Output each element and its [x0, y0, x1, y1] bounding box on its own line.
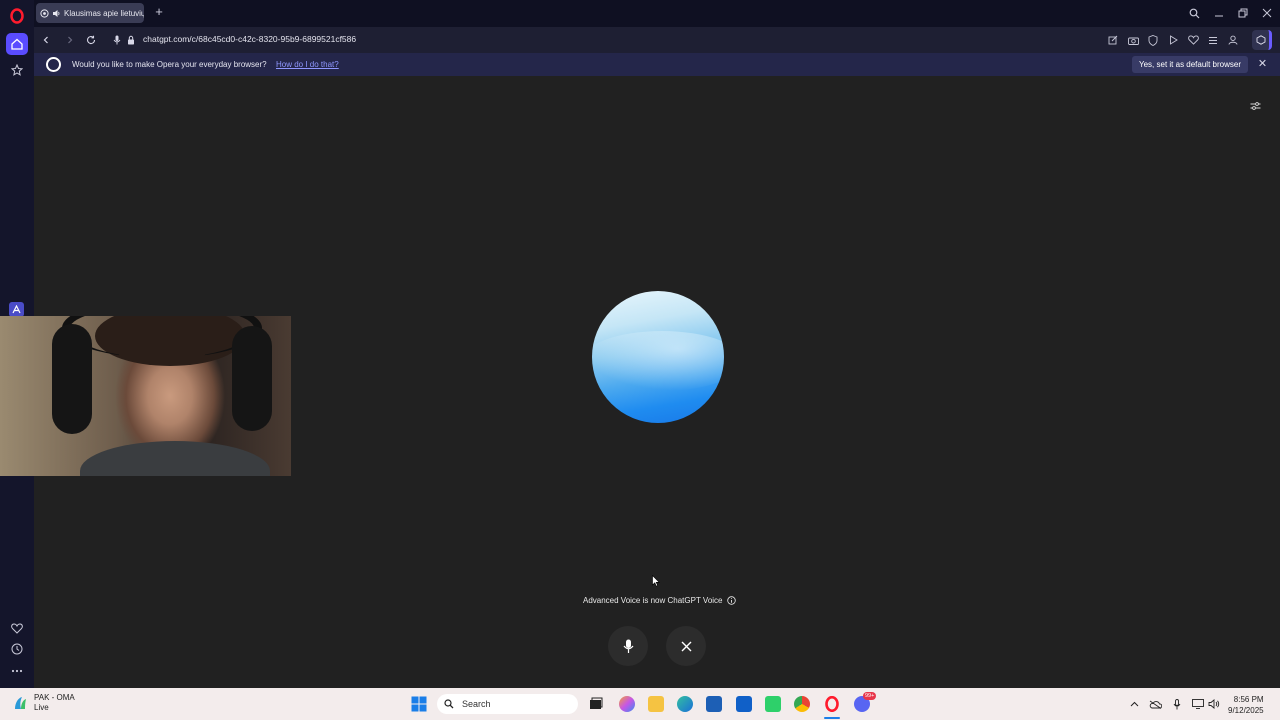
close-icon	[681, 641, 692, 652]
store-icon[interactable]	[706, 696, 722, 712]
system-clock[interactable]: 8:56 PM 9/12/2025	[1228, 694, 1264, 716]
network-icon[interactable]	[1191, 697, 1205, 711]
chevron-up-icon[interactable]	[1127, 697, 1141, 711]
play-icon[interactable]	[1165, 32, 1181, 48]
file-explorer-icon[interactable]	[648, 696, 664, 712]
active-tab[interactable]: Klausimas apie lietuvių	[36, 3, 144, 23]
webcam-headphone-right	[232, 326, 272, 431]
history-icon[interactable]	[8, 640, 26, 658]
back-icon[interactable]	[38, 32, 54, 48]
mouse-cursor-icon	[652, 574, 660, 592]
default-browser-infobar: Would you like to make Opera your everyd…	[34, 53, 1280, 76]
notification-badge: 99+	[863, 692, 877, 700]
webcam-shirt	[80, 441, 270, 476]
easy-setup-icon[interactable]	[1205, 32, 1221, 48]
infobar-help-link[interactable]: How do I do that?	[276, 60, 339, 69]
clock-date: 9/12/2025	[1228, 706, 1264, 715]
close-window-icon[interactable]	[1258, 4, 1276, 22]
infobar-close-icon[interactable]: ✕	[1256, 58, 1269, 71]
chrome-icon[interactable]	[794, 696, 810, 712]
opera-taskbar-icon[interactable]	[824, 695, 840, 713]
minimize-icon[interactable]	[1210, 4, 1228, 22]
onedrive-icon[interactable]	[1148, 697, 1162, 711]
heart-icon[interactable]	[8, 619, 26, 637]
active-app-indicator	[824, 717, 840, 719]
microphone-button[interactable]	[608, 626, 648, 666]
search-icon	[444, 699, 454, 709]
end-voice-button[interactable]	[666, 626, 706, 666]
search-placeholder: Search	[462, 699, 491, 709]
restore-icon[interactable]	[1234, 4, 1252, 22]
microphone-icon	[623, 639, 634, 654]
edit-icon[interactable]	[1105, 32, 1121, 48]
reload-icon[interactable]	[83, 32, 99, 48]
bookmark-heart-icon[interactable]	[1185, 32, 1201, 48]
outlook-icon[interactable]	[736, 696, 752, 712]
aria-icon[interactable]	[9, 302, 24, 317]
voice-note: Advanced Voice is now ChatGPT Voice	[583, 596, 736, 605]
voice-settings-icon[interactable]	[1247, 98, 1263, 114]
vpn-shield-icon[interactable]	[1145, 32, 1161, 48]
lock-icon[interactable]	[123, 32, 139, 48]
opera-o-icon	[46, 57, 61, 72]
info-icon[interactable]	[726, 596, 736, 605]
windows-taskbar: PAK - OMA Live Search 99+ 8:56 PM 9/12/2…	[0, 688, 1280, 720]
weather-icon	[12, 695, 28, 711]
tab-title: Klausimas apie lietuvių	[64, 8, 144, 18]
clock-time: 8:56 PM	[1233, 695, 1264, 704]
home-icon[interactable]	[6, 33, 28, 55]
app-icon[interactable]	[765, 696, 781, 712]
tab-bar: Klausimas apie lietuvių +	[34, 0, 1280, 27]
task-view-icon[interactable]	[588, 696, 604, 712]
weather-line1: PAK - OMA	[34, 693, 75, 702]
windows-start-icon[interactable]	[411, 696, 427, 712]
extensions-icon[interactable]	[1252, 30, 1272, 50]
more-icon[interactable]	[8, 662, 26, 680]
opera-logo-icon[interactable]	[8, 7, 26, 25]
infobar-message: Would you like to make Opera your everyd…	[72, 60, 267, 69]
volume-icon[interactable]	[1207, 697, 1221, 711]
search-tabs-icon[interactable]	[1185, 4, 1203, 22]
chatgpt-favicon-icon	[40, 8, 49, 18]
taskbar-search[interactable]: Search	[437, 694, 578, 714]
webcam-headphone-left	[52, 324, 92, 434]
camera-icon[interactable]	[1125, 32, 1141, 48]
voice-orb	[592, 291, 724, 423]
webcam-overlay	[0, 316, 291, 476]
new-tab-button[interactable]: +	[152, 5, 166, 19]
weather-line2: Live	[34, 703, 49, 712]
copilot-icon[interactable]	[619, 696, 635, 712]
star-icon[interactable]	[8, 61, 26, 79]
weather-widget[interactable]: PAK - OMA Live	[12, 693, 75, 713]
speaker-icon[interactable]	[52, 9, 61, 18]
forward-icon[interactable]	[62, 32, 78, 48]
mic-tray-icon[interactable]	[1170, 697, 1184, 711]
voice-note-text: Advanced Voice is now ChatGPT Voice	[583, 596, 723, 605]
profile-icon[interactable]	[1225, 32, 1241, 48]
address-bar: chatgpt.com/c/68c45cd0-c42c-8320-95b9-68…	[34, 27, 1280, 53]
set-default-browser-button[interactable]: Yes, set it as default browser	[1132, 56, 1248, 73]
edge-icon[interactable]	[677, 696, 693, 712]
url-field[interactable]: chatgpt.com/c/68c45cd0-c42c-8320-95b9-68…	[143, 34, 356, 44]
